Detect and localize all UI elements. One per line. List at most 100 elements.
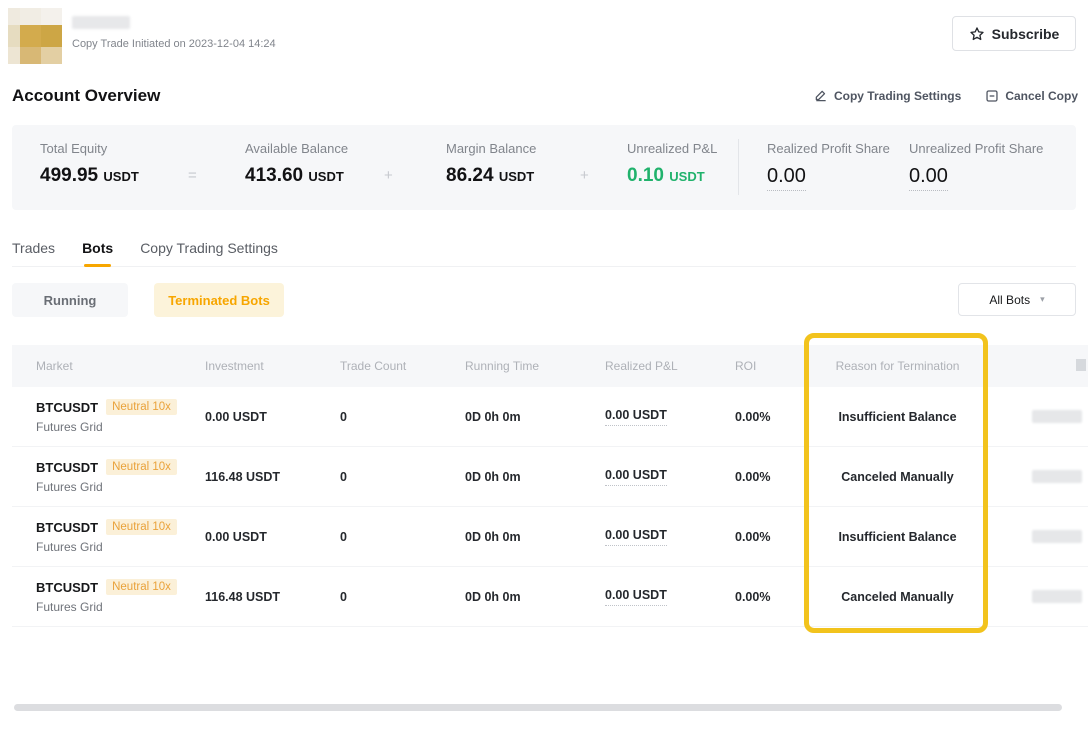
terminated-bots-table: Market Investment Trade Count Running Ti…	[12, 345, 1088, 627]
col-realized-pnl: Realized P&L	[595, 359, 725, 373]
strategy-badge: Neutral 10x	[106, 519, 177, 535]
plus-operator-1: +	[384, 167, 393, 184]
realized-pnl-cell: 0.00 USDT	[595, 408, 725, 426]
col-market: Market	[12, 359, 195, 373]
terminated-bots-filter-button[interactable]: Terminated Bots	[154, 283, 284, 317]
chevron-down-icon: ▾	[1040, 294, 1045, 305]
strategy-badge: Neutral 10x	[106, 399, 177, 415]
trader-meta: Copy Trade Initiated on 2023-12-04 14:24	[72, 16, 276, 50]
market-cell: BTCUSDT Neutral 10x Futures Grid	[12, 459, 195, 494]
action-redacted[interactable]	[1032, 530, 1082, 543]
investment-cell: 0.00 USDT	[195, 530, 330, 544]
action-redacted[interactable]	[1032, 590, 1082, 603]
table-row: BTCUSDT Neutral 10x Futures Grid 0.00 US…	[12, 387, 1088, 447]
tab-copy-trading-settings[interactable]: Copy Trading Settings	[140, 240, 278, 266]
termination-reason-cell: Canceled Manually	[805, 590, 990, 604]
copy-initiated-text: Copy Trade Initiated on 2023-12-04 14:24	[72, 38, 276, 50]
bot-type-label: Futures Grid	[36, 540, 195, 554]
star-icon	[969, 26, 985, 42]
realized-pnl-cell: 0.00 USDT	[595, 468, 725, 486]
overview-actions: Copy Trading Settings Cancel Copy	[814, 89, 1078, 103]
tab-trades[interactable]: Trades	[12, 240, 55, 266]
bot-type-dropdown[interactable]: All Bots ▾	[958, 283, 1076, 316]
market-cell: BTCUSDT Neutral 10x Futures Grid	[12, 519, 195, 554]
investment-cell: 0.00 USDT	[195, 410, 330, 424]
trader-avatar	[8, 8, 62, 64]
subscribe-label: Subscribe	[992, 26, 1060, 42]
tab-bots[interactable]: Bots	[82, 240, 113, 266]
stat-margin-balance: Margin Balance 86.24 USDT	[446, 141, 536, 187]
page-title: Account Overview	[12, 86, 160, 106]
row-action-cell	[990, 530, 1088, 543]
stat-unrealized-profit-share: Unrealized Profit Share 0.00	[909, 141, 1043, 191]
action-redacted[interactable]	[1032, 470, 1082, 483]
running-time-cell: 0D 0h 0m	[455, 590, 595, 604]
strategy-badge: Neutral 10x	[106, 579, 177, 595]
market-symbol: BTCUSDT	[36, 460, 98, 475]
copy-trading-settings-label: Copy Trading Settings	[834, 89, 961, 103]
table-row: BTCUSDT Neutral 10x Futures Grid 0.00 US…	[12, 507, 1088, 567]
copy-trading-settings-button[interactable]: Copy Trading Settings	[814, 89, 961, 103]
realized-pnl-cell: 0.00 USDT	[595, 528, 725, 546]
cancel-copy-label: Cancel Copy	[1005, 89, 1078, 103]
market-symbol: BTCUSDT	[36, 400, 98, 415]
market-cell: BTCUSDT Neutral 10x Futures Grid	[12, 399, 195, 434]
termination-reason-cell: Canceled Manually	[805, 470, 990, 484]
roi-cell: 0.00%	[725, 410, 805, 424]
realized-pnl-cell: 0.00 USDT	[595, 588, 725, 606]
col-reason-for-termination: Reason for Termination	[805, 359, 990, 373]
action-redacted[interactable]	[1032, 410, 1082, 423]
stat-unrealized-pnl: Unrealized P&L 0.10 USDT	[627, 141, 717, 187]
account-stats-bar: Total Equity 499.95 USDT = Available Bal…	[12, 125, 1076, 210]
roi-cell: 0.00%	[725, 530, 805, 544]
col-investment: Investment	[195, 359, 330, 373]
minus-square-icon	[985, 89, 999, 103]
strategy-badge: Neutral 10x	[106, 459, 177, 475]
edit-icon	[814, 89, 828, 103]
bots-filter-row: Running Terminated Bots All Bots ▾	[12, 283, 1076, 317]
roi-cell: 0.00%	[725, 590, 805, 604]
trader-name-redacted	[72, 16, 130, 29]
row-action-cell	[990, 410, 1088, 423]
investment-cell: 116.48 USDT	[195, 590, 330, 604]
trade-count-cell: 0	[330, 530, 455, 544]
col-trade-count: Trade Count	[330, 359, 455, 373]
table-header-row: Market Investment Trade Count Running Ti…	[12, 345, 1088, 387]
equals-operator: =	[188, 167, 197, 184]
col-roi: ROI	[725, 359, 805, 373]
table-row: BTCUSDT Neutral 10x Futures Grid 116.48 …	[12, 447, 1088, 507]
trade-count-cell: 0	[330, 410, 455, 424]
market-cell: BTCUSDT Neutral 10x Futures Grid	[12, 579, 195, 614]
termination-reason-cell: Insufficient Balance	[805, 410, 990, 424]
running-time-cell: 0D 0h 0m	[455, 470, 595, 484]
row-action-cell	[990, 590, 1088, 603]
bot-type-dropdown-value: All Bots	[989, 293, 1030, 307]
cancel-copy-button[interactable]: Cancel Copy	[985, 89, 1078, 103]
trade-count-cell: 0	[330, 470, 455, 484]
account-overview-header: Account Overview Copy Trading Settings	[12, 84, 1078, 108]
bot-type-label: Futures Grid	[36, 600, 195, 614]
clipped-column-sliver	[1076, 359, 1086, 371]
stat-realized-profit-share: Realized Profit Share 0.00	[767, 141, 890, 191]
roi-cell: 0.00%	[725, 470, 805, 484]
horizontal-scrollbar[interactable]	[14, 704, 1062, 711]
trade-count-cell: 0	[330, 590, 455, 604]
market-symbol: BTCUSDT	[36, 520, 98, 535]
stat-total-equity: Total Equity 499.95 USDT	[40, 141, 139, 187]
market-symbol: BTCUSDT	[36, 580, 98, 595]
subscribe-button[interactable]: Subscribe	[952, 16, 1076, 51]
page-header: Copy Trade Initiated on 2023-12-04 14:24…	[8, 6, 1076, 66]
running-time-cell: 0D 0h 0m	[455, 410, 595, 424]
running-time-cell: 0D 0h 0m	[455, 530, 595, 544]
termination-reason-cell: Insufficient Balance	[805, 530, 990, 544]
table-row: BTCUSDT Neutral 10x Futures Grid 116.48 …	[12, 567, 1088, 627]
running-filter-button[interactable]: Running	[12, 283, 128, 317]
main-tabs: Trades Bots Copy Trading Settings	[12, 240, 1076, 267]
investment-cell: 116.48 USDT	[195, 470, 330, 484]
bot-type-label: Futures Grid	[36, 420, 195, 434]
stat-available-balance: Available Balance 413.60 USDT	[245, 141, 348, 187]
stats-divider	[738, 139, 739, 195]
copy-trading-detail-page: Copy Trade Initiated on 2023-12-04 14:24…	[0, 0, 1088, 733]
bot-type-label: Futures Grid	[36, 480, 195, 494]
plus-operator-2: +	[580, 167, 589, 184]
